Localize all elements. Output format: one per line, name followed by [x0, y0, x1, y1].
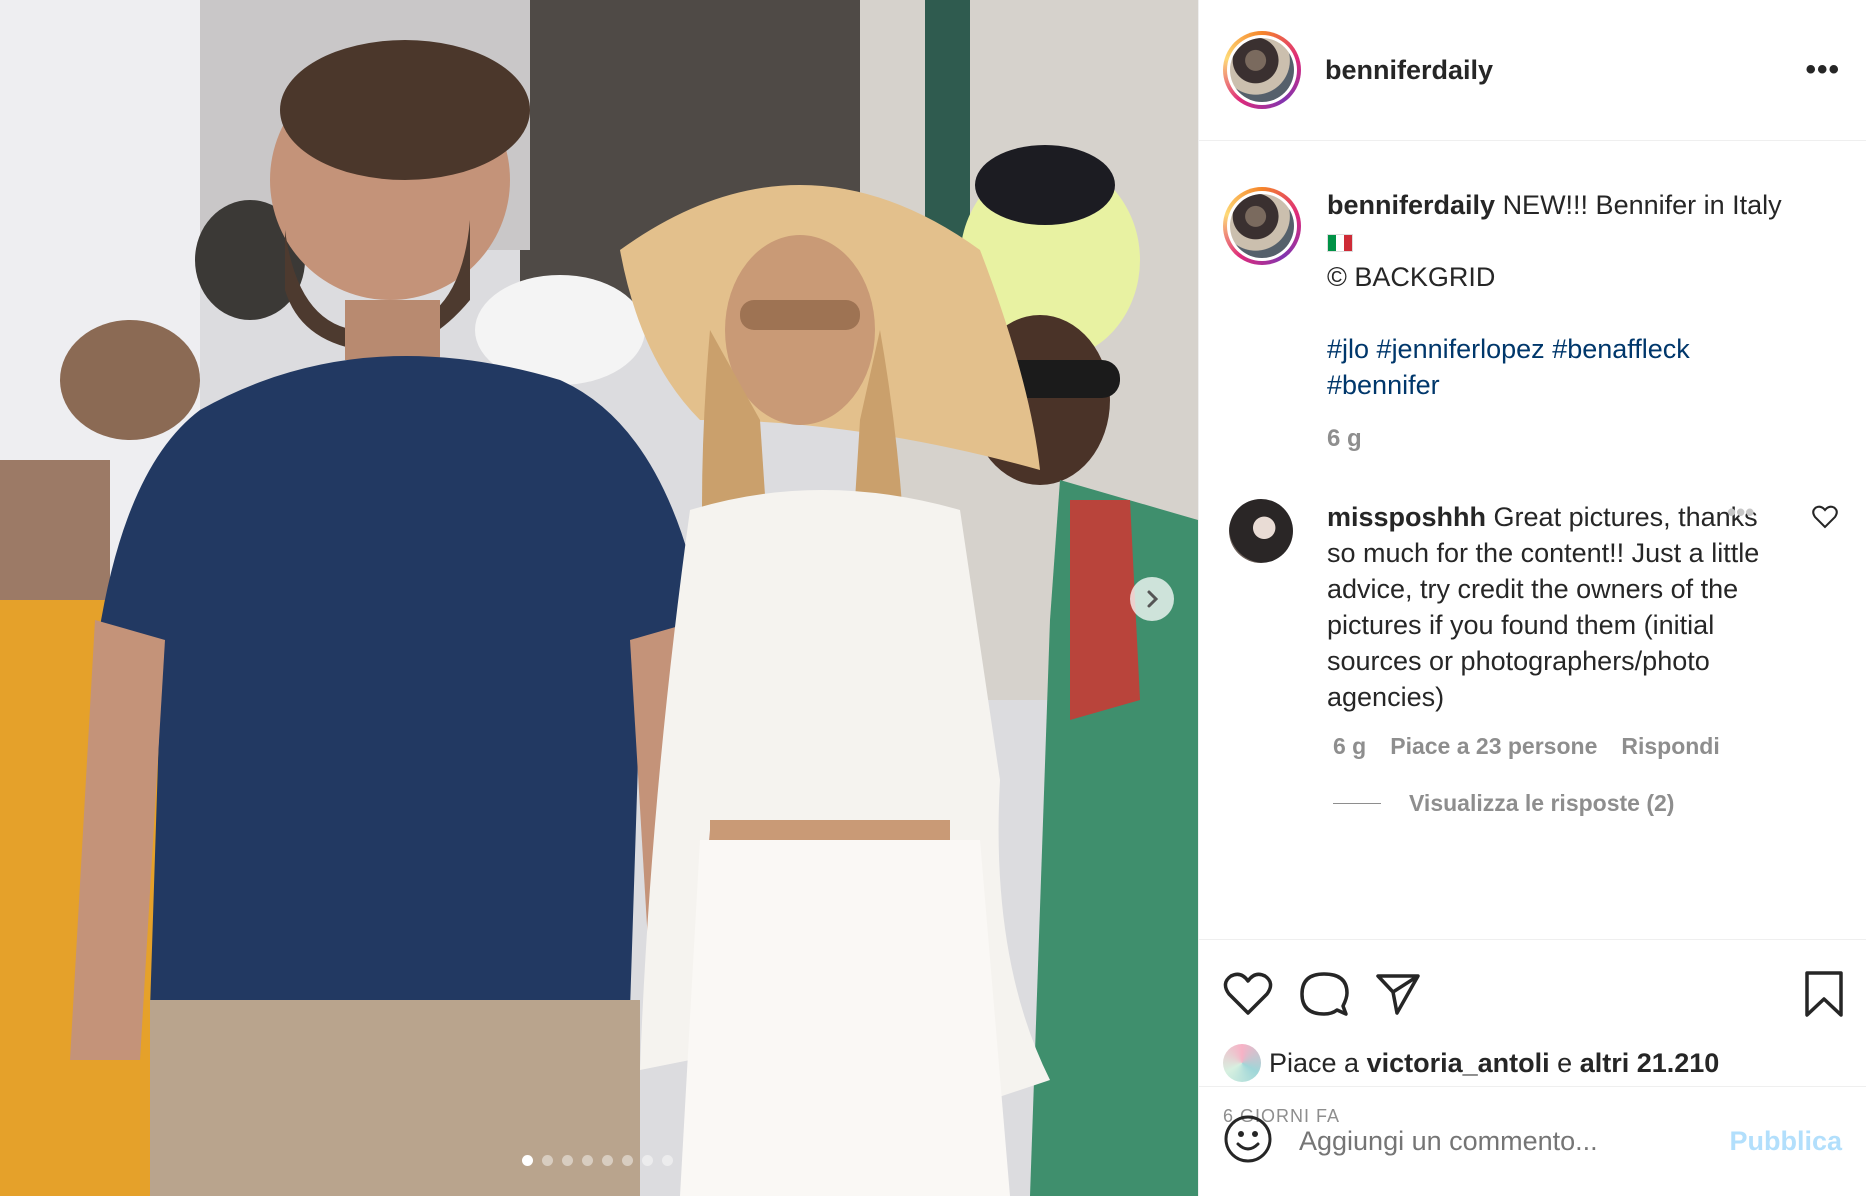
carousel-dot	[662, 1155, 673, 1166]
post-side-panel: benniferdaily ••• benniferdaily NEW!!! B…	[1198, 0, 1866, 1196]
caption-age[interactable]: 6 g	[1327, 421, 1797, 457]
comment: missposhhh Great pictures, thanks so muc…	[1223, 497, 1842, 715]
bookmark-save-icon[interactable]	[1804, 970, 1844, 1018]
liker-username[interactable]: victoria_antoli	[1367, 1048, 1550, 1079]
caption: benniferdaily NEW!!! Bennifer in Italy ©…	[1223, 187, 1842, 457]
comment-likes[interactable]: Piace a 23 persone	[1390, 733, 1597, 760]
chevron-right-icon	[1147, 590, 1159, 608]
caption-avatar[interactable]	[1223, 187, 1301, 265]
comment-options-icon[interactable]: •••	[1727, 497, 1754, 528]
photo-scene	[0, 0, 1198, 1196]
post-header: benniferdaily •••	[1199, 0, 1866, 141]
publish-button[interactable]: Pubblica	[1729, 1126, 1842, 1157]
share-paper-plane-icon[interactable]	[1375, 972, 1421, 1016]
comment-like-heart-icon[interactable]	[1812, 505, 1838, 534]
reply-button[interactable]: Rispondi	[1621, 733, 1719, 760]
post-actions	[1199, 939, 1866, 1048]
view-replies-button[interactable]: Visualizza le risposte (2)	[1333, 790, 1842, 817]
comment-bubble-icon[interactable]	[1299, 970, 1349, 1018]
comment-meta: 6 g Piace a 23 persone Rispondi	[1333, 733, 1842, 760]
comments-area[interactable]: benniferdaily NEW!!! Bennifer in Italy ©…	[1199, 187, 1866, 939]
caption-text-block: benniferdaily NEW!!! Bennifer in Italy ©…	[1327, 187, 1797, 457]
comment-input[interactable]	[1297, 1125, 1730, 1158]
caption-text: NEW!!! Bennifer in Italy	[1502, 190, 1782, 220]
likes-count[interactable]: altri 21.210	[1580, 1048, 1720, 1079]
carousel-dot	[602, 1155, 613, 1166]
comment-text: Great pictures, thanks so much for the c…	[1327, 502, 1760, 712]
author-username[interactable]: benniferdaily	[1325, 55, 1805, 86]
more-horizontal-icon[interactable]: •••	[1805, 53, 1840, 87]
caption-username[interactable]: benniferdaily	[1327, 190, 1495, 220]
likes-middle: e	[1557, 1047, 1573, 1078]
comment-username[interactable]: missposhhh	[1327, 502, 1486, 532]
carousel-dot	[622, 1155, 633, 1166]
carousel-dot	[562, 1155, 573, 1166]
carousel-dot	[642, 1155, 653, 1166]
carousel-dot	[522, 1155, 533, 1166]
hashtag[interactable]: #benaffleck	[1552, 334, 1690, 364]
carousel-dot	[542, 1155, 553, 1166]
carousel-dot	[582, 1155, 593, 1166]
commenter-avatar[interactable]	[1229, 499, 1293, 563]
next-slide-button[interactable]	[1130, 577, 1174, 621]
author-avatar[interactable]	[1223, 31, 1301, 109]
add-comment-bar: Pubblica	[1199, 1086, 1866, 1196]
emoji-smiley-icon[interactable]	[1223, 1114, 1273, 1169]
view-replies-label: Visualizza le risposte (2)	[1409, 790, 1675, 816]
comment-age[interactable]: 6 g	[1333, 733, 1366, 760]
hashtag[interactable]: #bennifer	[1327, 370, 1440, 400]
carousel-dots	[522, 1155, 673, 1166]
caption-credit: © BACKGRID	[1327, 262, 1496, 292]
italy-flag-icon	[1327, 233, 1353, 252]
likes-prefix: Piace a	[1269, 1047, 1360, 1078]
likes-summary: Piace a victoria_antoli e altri 21.210	[1199, 1044, 1866, 1082]
post-photo[interactable]	[0, 0, 1198, 1196]
like-heart-icon[interactable]	[1223, 971, 1273, 1017]
comment-text-block: missposhhh Great pictures, thanks so muc…	[1327, 499, 1782, 715]
hashtag[interactable]: #jenniferlopez	[1377, 334, 1545, 364]
replies-divider	[1333, 803, 1381, 804]
liker-avatar[interactable]	[1223, 1044, 1261, 1082]
hashtag[interactable]: #jlo	[1327, 334, 1369, 364]
